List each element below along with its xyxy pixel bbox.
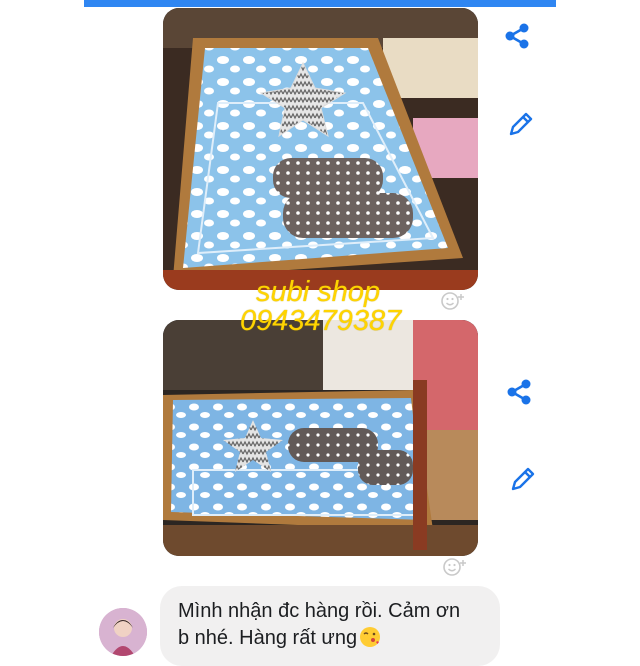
pencil-icon[interactable] [507, 463, 539, 495]
message-line-1: Mình nhận đc hàng rồi. Cảm ơn [178, 600, 461, 622]
watermark-phone: 0943479387 [240, 305, 402, 337]
top-accent-bar [84, 0, 556, 7]
watermark-shop-name: subi shop [256, 276, 381, 308]
kissing-face-emoji [359, 626, 381, 648]
add-reaction-icon[interactable] [440, 290, 466, 312]
message-line-2: b nhé. Hàng rất ưng [178, 627, 358, 649]
message-text: Mình nhận đc hàng rồi. Cảm ơn b nhé. Hàn… [178, 598, 478, 652]
crib-photo-side-view[interactable] [163, 320, 478, 556]
crib-photo-top-down[interactable] [163, 8, 478, 290]
add-reaction-icon[interactable] [442, 556, 468, 578]
pencil-icon[interactable] [505, 108, 537, 140]
share-icon[interactable] [501, 20, 533, 52]
share-icon[interactable] [503, 376, 535, 408]
avatar[interactable] [99, 608, 147, 656]
